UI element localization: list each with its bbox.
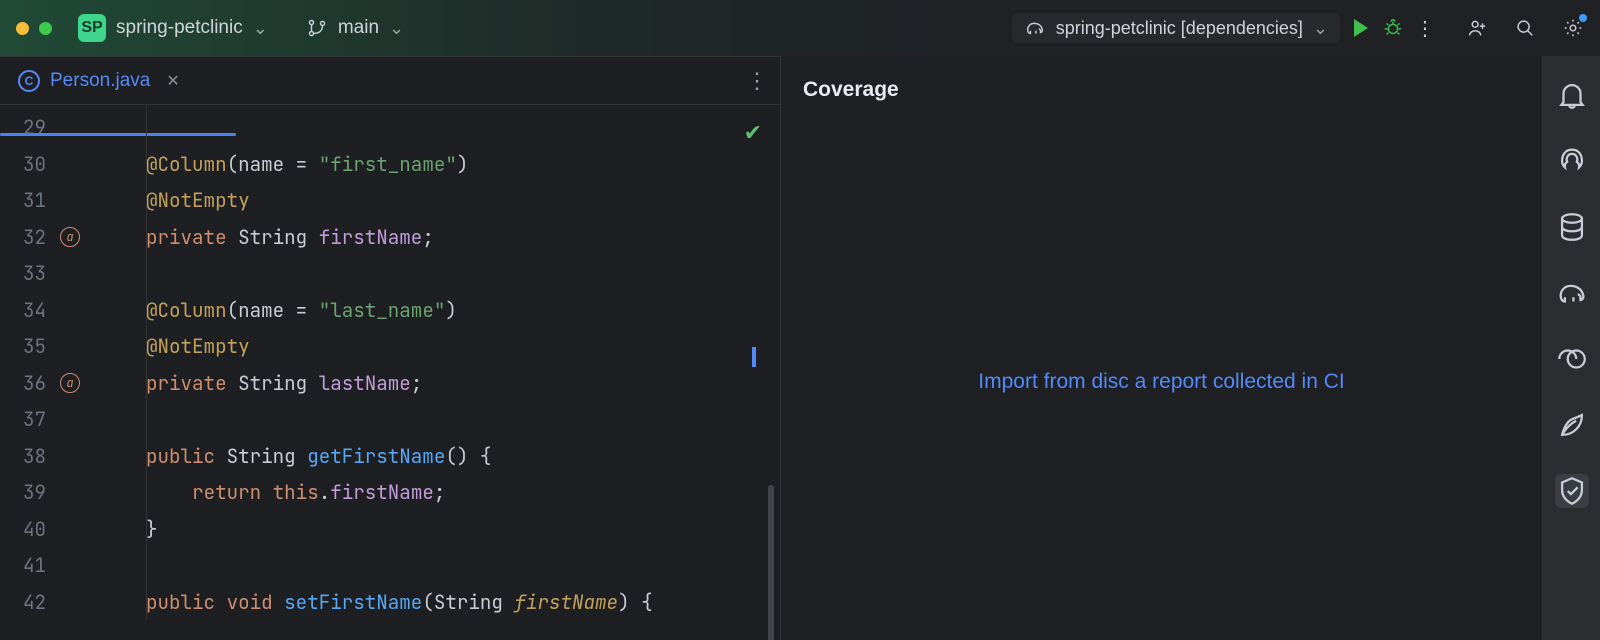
code-line[interactable]: 39 return this.firstName;	[0, 474, 780, 511]
code-text: }	[146, 511, 158, 547]
gutter: a	[56, 373, 146, 393]
branch-icon[interactable]	[306, 17, 328, 39]
line-number: 39	[0, 474, 56, 510]
run-config-label: spring-petclinic [dependencies]	[1056, 18, 1303, 39]
code-text: @NotEmpty	[146, 182, 250, 218]
elephant-icon	[1024, 17, 1046, 39]
project-name[interactable]: spring-petclinic	[116, 17, 243, 39]
code-line[interactable]: 31 @NotEmpty	[0, 182, 780, 219]
run-toolbar: spring-petclinic [dependencies] ⌄ ⋮	[1012, 13, 1436, 43]
coverage-title: Coverage	[781, 56, 1542, 124]
window-controls	[16, 22, 52, 35]
code-area[interactable]: ✔ 2930 @Column(name = "first_name") 31 @Not…	[0, 105, 780, 620]
branch-name[interactable]: main	[338, 17, 379, 39]
code-text: @NotEmpty	[146, 328, 250, 364]
editor-tabs: C Person.java ✕ ⋮	[0, 57, 780, 105]
close-icon[interactable]: ✕	[166, 71, 179, 91]
run-config-selector[interactable]: spring-petclinic [dependencies] ⌄	[1012, 13, 1340, 43]
code-text: return this.firstName;	[146, 474, 445, 510]
checkmark-icon[interactable]: ✔	[744, 115, 762, 151]
line-number: 34	[0, 292, 56, 328]
coverage-panel: Coverage Import from disc a report colle…	[780, 56, 1542, 640]
line-number: 33	[0, 255, 56, 291]
line-number: 35	[0, 328, 56, 364]
chevron-down-icon: ⌄	[1313, 18, 1328, 39]
code-text: private String lastName;	[146, 365, 422, 401]
line-number: 41	[0, 547, 56, 583]
minimize-dot[interactable]	[16, 22, 29, 35]
search-icon[interactable]	[1514, 17, 1536, 39]
coverage-tool-icon[interactable]	[1555, 474, 1589, 508]
code-line[interactable]: 32a private String firstName;	[0, 219, 780, 256]
code-text: public void setFirstName(String firstNam…	[146, 584, 653, 620]
line-number: 42	[0, 584, 56, 620]
endpoints-icon[interactable]	[1555, 342, 1589, 376]
titlebar: SP spring-petclinic ⌄ main ⌄ spring-petc…	[0, 0, 1600, 56]
code-line[interactable]: 42 public void setFirstName(String firstN…	[0, 584, 780, 621]
gutter: a	[56, 227, 146, 247]
line-number: 38	[0, 438, 56, 474]
tab-label: Person.java	[50, 70, 150, 92]
annotation-gutter-icon[interactable]: a	[60, 227, 80, 247]
project-badge[interactable]: SP	[78, 14, 106, 42]
line-number: 31	[0, 182, 56, 218]
code-text: @Column(name = "first_name")	[146, 146, 468, 182]
notifications-icon[interactable]	[1555, 78, 1589, 112]
line-number: 36	[0, 365, 56, 401]
code-line[interactable]: 30 @Column(name = "first_name")	[0, 146, 780, 183]
annotation-gutter-icon[interactable]: a	[60, 373, 80, 393]
code-line[interactable]: 35 @NotEmpty	[0, 328, 780, 365]
settings-gear-icon[interactable]	[1562, 17, 1584, 39]
code-line[interactable]: 34 @Column(name = "last_name")	[0, 292, 780, 329]
code-line[interactable]: 36a private String lastName;	[0, 365, 780, 402]
ai-assistant-icon[interactable]	[1555, 144, 1589, 178]
settings-update-dot	[1579, 14, 1587, 22]
code-text: private String firstName;	[146, 219, 434, 255]
maximize-dot[interactable]	[39, 22, 52, 35]
code-line[interactable]: 29	[0, 109, 780, 146]
code-line[interactable]: 41	[0, 547, 780, 584]
spring-icon[interactable]	[1555, 408, 1589, 442]
chevron-down-icon[interactable]: ⌄	[389, 18, 404, 39]
right-tool-rail	[1542, 56, 1600, 640]
chevron-down-icon[interactable]: ⌄	[253, 18, 268, 39]
caret-marker	[752, 347, 756, 367]
line-number: 29	[0, 109, 56, 145]
tab-more-icon[interactable]: ⋮	[746, 68, 770, 94]
code-line[interactable]: 33	[0, 255, 780, 292]
database-icon[interactable]	[1555, 210, 1589, 244]
line-number: 40	[0, 511, 56, 547]
line-number: 37	[0, 401, 56, 437]
code-line[interactable]: 37	[0, 401, 780, 438]
tab-person-java[interactable]: C Person.java ✕	[10, 70, 188, 92]
debug-button[interactable]	[1382, 17, 1404, 39]
more-actions-button[interactable]: ⋮	[1414, 17, 1436, 39]
code-line[interactable]: 38 public String getFirstName() {	[0, 438, 780, 475]
editor-pane: C Person.java ✕ ⋮ ✔ 2930 @Column(name = "…	[0, 56, 780, 640]
line-number: 30	[0, 146, 56, 182]
line-number: 32	[0, 219, 56, 255]
code-text: @Column(name = "last_name")	[146, 292, 457, 328]
coverage-import-link[interactable]: Import from disc a report collected in C…	[978, 370, 1344, 394]
gradle-icon[interactable]	[1555, 276, 1589, 310]
class-file-icon: C	[18, 70, 40, 92]
code-text: public String getFirstName() {	[146, 438, 491, 474]
code-with-me-icon[interactable]	[1466, 17, 1488, 39]
run-button[interactable]	[1350, 17, 1372, 39]
code-line[interactable]: 40}	[0, 511, 780, 548]
scrollbar[interactable]	[768, 485, 774, 640]
